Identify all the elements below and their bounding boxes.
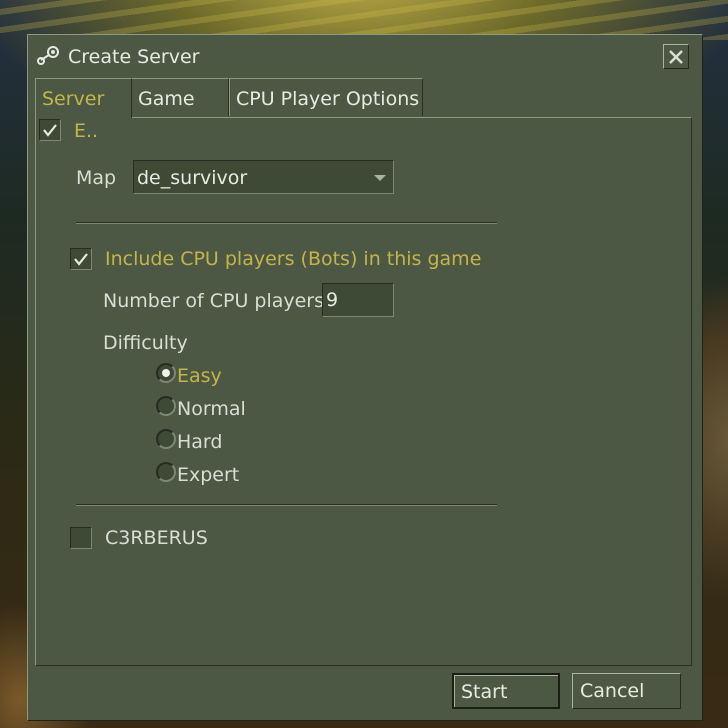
bot-count-input[interactable]: 9 — [322, 283, 394, 317]
c3rberus-checkbox[interactable] — [70, 527, 92, 549]
difficulty-easy-label[interactable]: Easy — [177, 365, 222, 387]
title-bar[interactable]: Create Server — [28, 35, 702, 77]
c3rberus-label[interactable]: C3RBERUS — [105, 527, 208, 549]
difficulty-expert-label[interactable]: Expert — [177, 464, 239, 486]
radio-selected-dot — [162, 369, 170, 377]
difficulty-radio-hard[interactable] — [156, 429, 176, 449]
tab-game[interactable]: Game — [131, 78, 229, 116]
tab-server[interactable]: Server — [35, 78, 132, 118]
map-label: Map — [76, 167, 117, 189]
map-dropdown[interactable]: de_survivor — [133, 160, 394, 194]
difficulty-hard-label[interactable]: Hard — [177, 431, 222, 453]
cancel-button[interactable]: Cancel — [572, 673, 681, 709]
difficulty-radio-normal[interactable] — [156, 396, 176, 416]
close-button[interactable] — [663, 44, 689, 69]
chevron-down-icon[interactable] — [374, 175, 386, 181]
enable-checkbox-label[interactable]: E.. — [74, 120, 98, 142]
difficulty-normal-label[interactable]: Normal — [177, 398, 246, 420]
divider — [76, 504, 497, 506]
server-tab-panel — [35, 117, 692, 666]
start-button[interactable]: Start — [452, 673, 560, 709]
bot-count-label: Number of CPU players — [103, 290, 325, 312]
tab-cpu-player-options[interactable]: CPU Player Options — [229, 78, 423, 116]
include-bots-checkbox[interactable] — [70, 248, 92, 270]
enable-checkbox[interactable] — [39, 119, 61, 141]
checkmark-icon — [43, 124, 57, 137]
window-title: Create Server — [68, 46, 200, 68]
divider — [76, 222, 497, 224]
map-dropdown-value: de_survivor — [137, 167, 248, 189]
difficulty-label: Difficulty — [103, 332, 188, 354]
checkmark-icon — [74, 253, 88, 266]
include-bots-label[interactable]: Include CPU players (Bots) in this game — [105, 248, 481, 270]
difficulty-radio-expert[interactable] — [156, 462, 176, 482]
difficulty-radio-easy[interactable] — [156, 363, 176, 383]
create-server-dialog: Create Server Server Game CPU Player Opt… — [27, 34, 703, 721]
close-icon — [669, 50, 683, 64]
steam-icon — [36, 46, 60, 66]
